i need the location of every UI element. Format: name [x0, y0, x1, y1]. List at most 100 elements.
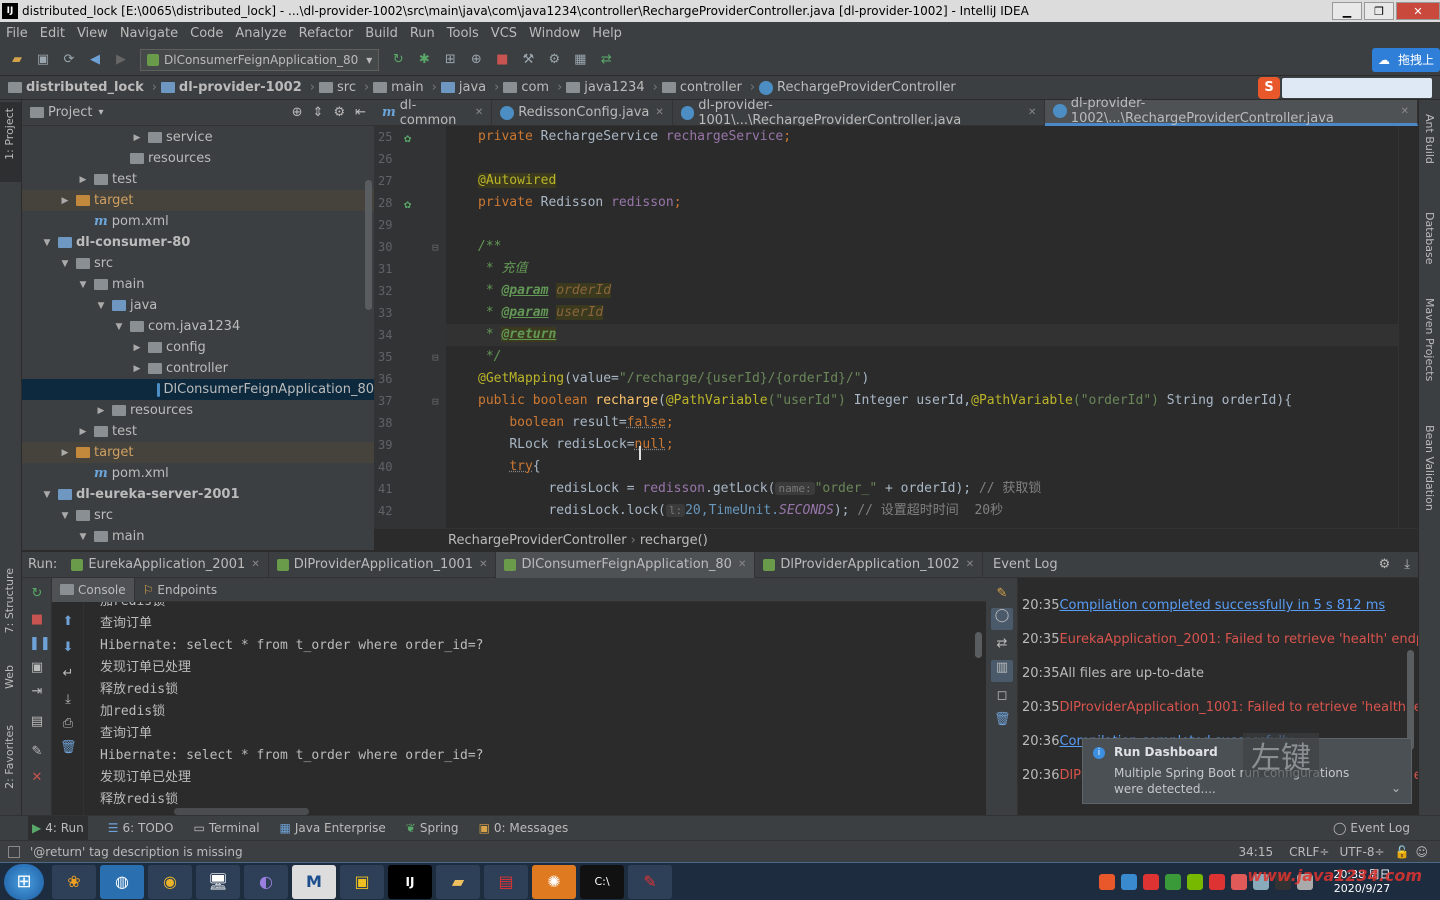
favorites-tool-label[interactable]: 2: Favorites [3, 725, 16, 789]
tool-run[interactable]: ▶ 4: Run [28, 816, 88, 840]
close-icon[interactable]: ✕ [966, 559, 974, 570]
close-button[interactable]: ✕ [1396, 2, 1440, 20]
layout-icon[interactable]: ▤ [29, 714, 45, 729]
coverage-icon[interactable]: ⊞ [442, 52, 458, 68]
editor-gutter[interactable]: 25 26 27 28 29 30 31 32 33 34 35 36 37 38 39 40 41 42 ✿ ✿ ⊟… [374, 126, 446, 528]
line-separator[interactable]: CRLF÷ [1289, 845, 1329, 859]
crumb-src[interactable]: src [318, 80, 356, 95]
stop-icon[interactable]: ■ [29, 612, 45, 627]
tree-item[interactable]: ▶ test [22, 421, 374, 442]
chevron-down-icon[interactable]: ▼ [78, 532, 88, 542]
close-icon[interactable]: ✕ [29, 770, 45, 785]
console-tab[interactable]: Console [52, 577, 135, 602]
tab-provider-1002-controller[interactable]: dl-provider-1002\...\RechargeProviderCon… [1045, 96, 1418, 126]
status-toggle-icon[interactable] [8, 845, 20, 858]
run-config-select[interactable]: DlConsumerFeignApplication_80 ▾ [140, 48, 380, 71]
tree-item[interactable]: m pom.xml [22, 463, 374, 484]
endpoints-tab[interactable]: ⚐ Endpoints [135, 578, 225, 602]
print-icon[interactable]: ⎙ [60, 716, 76, 731]
menu-build[interactable]: Build [365, 26, 398, 41]
app-icon-orange[interactable]: ✺ [532, 864, 576, 899]
back-icon[interactable]: ◀ [87, 52, 103, 68]
breadcrumb-class[interactable]: RechargeProviderController [448, 533, 627, 548]
chevron-down-icon[interactable]: ▼ [96, 301, 106, 311]
mark-read-icon[interactable]: ◻ [994, 688, 1010, 703]
chevron-right-icon[interactable]: ▶ [132, 133, 142, 143]
chevron-right-icon[interactable]: ▶ [78, 175, 88, 185]
settings-icon[interactable]: ✎ [994, 586, 1010, 601]
app-icon-yellow[interactable]: ▣ [340, 864, 384, 899]
menu-window[interactable]: Window [529, 26, 580, 41]
chevron-down-icon[interactable]: ▾ [98, 107, 103, 118]
tree-item[interactable]: ▶ service [22, 127, 374, 148]
open-folder-icon[interactable]: ▰ [9, 52, 25, 68]
tree-item[interactable]: ▼ src [22, 253, 374, 274]
code-editor[interactable]: private RechargeService rechargeService;… [446, 126, 1408, 528]
tree-item[interactable]: ▶ target [22, 442, 374, 463]
app-icon-m[interactable]: M [292, 864, 336, 899]
bean-icon[interactable]: ✿ [404, 197, 411, 211]
console-scrollbar[interactable] [975, 632, 982, 658]
tree-item[interactable]: m pom.xml [22, 211, 374, 232]
menu-code[interactable]: Code [190, 26, 223, 41]
tray-s-icon[interactable] [1209, 873, 1225, 890]
chevron-down-icon[interactable]: ▼ [78, 280, 88, 290]
close-icon[interactable]: ✕ [251, 559, 259, 570]
bean-validation-tool-label[interactable]: Bean Validation [1423, 425, 1436, 511]
menu-tools[interactable]: Tools [447, 26, 479, 41]
run-tab-provider-1001[interactable]: DlProviderApplication_1001 ✕ [269, 551, 497, 578]
vcs-icon[interactable]: ⇄ [598, 52, 614, 68]
chevron-down-icon[interactable]: ▼ [114, 322, 124, 332]
tree-item[interactable]: ▶ controller [22, 358, 374, 379]
scroll-icon[interactable]: ⇄ [994, 636, 1010, 651]
menu-vcs[interactable]: VCS [491, 26, 517, 41]
tree-item[interactable]: ▶ target [22, 190, 374, 211]
chat-icon[interactable]: ◯ [991, 608, 1013, 630]
tree-item[interactable]: ▼ com.java1234 [22, 316, 374, 337]
menu-analyze[interactable]: Analyze [235, 26, 286, 41]
file-encoding[interactable]: UTF-8÷ [1339, 845, 1384, 859]
crumb-com[interactable]: com [503, 80, 549, 95]
soft-wrap-icon[interactable]: ↵ [60, 666, 76, 681]
tool-java-enterprise[interactable]: ▦ Java Enterprise [280, 821, 386, 835]
tab-provider-1001-controller[interactable]: dl-provider-1001\...\RechargeProviderCon… [673, 98, 1046, 128]
crumb-class[interactable]: RechargeProviderController [759, 80, 956, 95]
menu-edit[interactable]: Edit [40, 26, 65, 41]
tree-item[interactable]: ▶ test [22, 169, 374, 190]
trash-icon[interactable]: 🗑 [994, 712, 1011, 727]
fold-icon[interactable]: ⊟ [432, 395, 439, 408]
hector-icon[interactable]: ☺ [1415, 845, 1428, 859]
pin-icon[interactable]: ✎ [29, 744, 45, 759]
app-icon-pen[interactable]: ✎ [628, 864, 672, 899]
app-icon-chrome[interactable]: ◉ [148, 864, 192, 899]
app-icon-computer[interactable]: 🖥 [196, 864, 240, 899]
crumb-java[interactable]: java [440, 80, 486, 95]
caret-position[interactable]: 34:15 [1239, 845, 1274, 859]
close-icon[interactable]: ✕ [1401, 106, 1409, 117]
tray-flower-icon[interactable] [1231, 873, 1247, 890]
chevron-down-icon[interactable]: ▼ [42, 238, 52, 248]
tab-redisson-config[interactable]: RedissonConfig.java ✕ [492, 99, 673, 126]
target-icon[interactable]: ⊕ [292, 105, 303, 120]
lock-icon[interactable]: 🔓 [1395, 845, 1410, 859]
bean-icon[interactable]: ✿ [404, 131, 411, 145]
tray-sogou-icon[interactable] [1099, 873, 1115, 890]
forward-icon[interactable]: ▶ [113, 52, 129, 68]
save-icon[interactable]: ▣ [35, 52, 51, 68]
start-button[interactable]: ⊞ [4, 863, 44, 900]
app-icon-browser[interactable]: ◍ [100, 864, 144, 899]
app-icon-eclipse[interactable]: ◐ [244, 864, 288, 899]
tree-item[interactable]: ▼ src [22, 505, 374, 526]
project-scrollbar[interactable] [365, 180, 372, 310]
tray-app-icon[interactable] [1143, 873, 1159, 890]
gear-icon[interactable]: ⚙ [1379, 557, 1391, 572]
chevron-right-icon[interactable]: ▶ [96, 406, 106, 416]
chevron-down-icon[interactable]: ▼ [60, 511, 70, 521]
login-icon[interactable]: ⇥ [29, 684, 45, 699]
chevron-down-icon[interactable]: ▼ [42, 490, 52, 500]
tool-spring[interactable]: ❦ Spring [406, 821, 459, 835]
tree-item[interactable]: resources [22, 148, 374, 169]
crumb-module[interactable]: dl-provider-1002 [160, 80, 302, 95]
ant-icon[interactable]: ⚙ [546, 52, 562, 68]
event-log-scrollbar[interactable] [1407, 650, 1414, 750]
